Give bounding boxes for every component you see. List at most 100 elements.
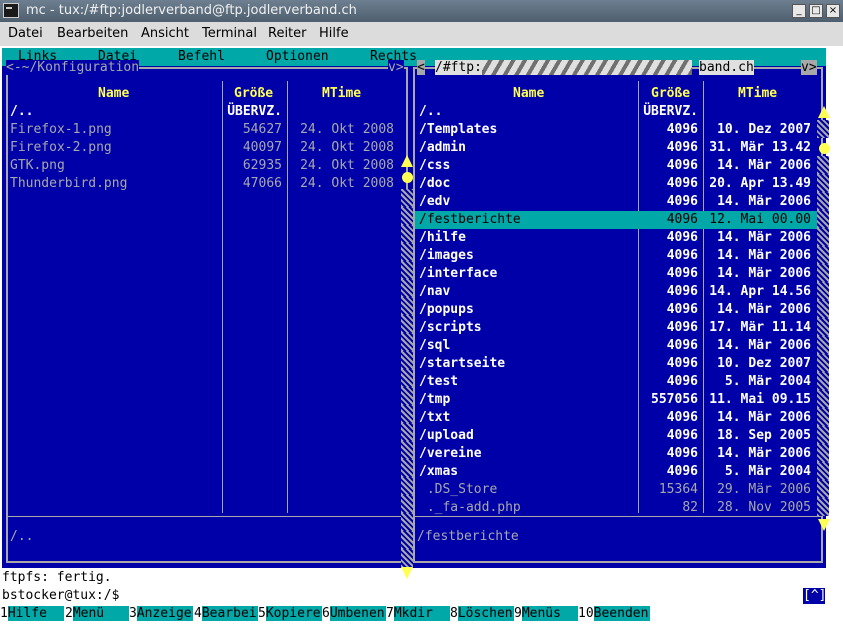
file-row[interactable]: /tmp 557056 11. Mai 09.15	[415, 391, 819, 409]
menu-datei[interactable]: Datei	[8, 26, 43, 41]
scrollbar-track[interactable]	[401, 297, 413, 315]
fkey-8[interactable]: 8Löschen	[450, 606, 514, 624]
scroll-thumb-icon[interactable]	[819, 143, 830, 154]
file-row[interactable]: /txt 4096 14. Mär 2006	[415, 409, 819, 427]
right-header-size[interactable]: Größe	[651, 86, 690, 101]
file-row[interactable]: .DS_Store 15364 29. Mär 2006	[415, 481, 819, 499]
file-row[interactable]: /admin 4096 31. Mär 13.42	[415, 139, 819, 157]
scrollbar-track[interactable]	[817, 336, 829, 354]
scrollbar-track[interactable]	[401, 459, 413, 477]
file-row[interactable]: /popups 4096 14. Mär 2006	[415, 301, 819, 319]
fkey-10[interactable]: 10Beenden	[578, 606, 650, 624]
scrollbar-track[interactable]	[817, 192, 829, 210]
scrollbar-track[interactable]	[817, 498, 829, 516]
file-row[interactable]: /css 4096 14. Mär 2006	[415, 157, 819, 175]
scrollbar-track[interactable]	[817, 318, 829, 336]
file-row[interactable]: /images 4096 14. Mär 2006	[415, 247, 819, 265]
right-panel[interactable]: < /#ftp: band.ch v> Name Größe MTime /..…	[413, 60, 823, 563]
scrollbar-track[interactable]	[401, 423, 413, 441]
file-row[interactable]: /sql 4096 14. Mär 2006	[415, 337, 819, 355]
file-row[interactable]: /edv 4096 14. Mär 2006	[415, 193, 819, 211]
scroll-up-icon[interactable]	[818, 106, 830, 118]
scrollbar-track[interactable]	[401, 441, 413, 459]
scrollbar-track[interactable]	[401, 405, 413, 423]
menu-reiter[interactable]: Reiter	[268, 26, 307, 41]
right-panel-history[interactable]: v>	[801, 60, 817, 75]
file-row[interactable]: /interface 4096 14. Mär 2006	[415, 265, 819, 283]
scrollbar-track[interactable]	[817, 390, 829, 408]
file-row[interactable]: /doc 4096 20. Apr 13.49	[415, 175, 819, 193]
scrollbar-track[interactable]	[401, 549, 413, 567]
file-row[interactable]: /vereine 4096 14. Mär 2006	[415, 445, 819, 463]
scrollbar-track[interactable]	[817, 300, 829, 318]
scrollbar-track[interactable]	[401, 369, 413, 387]
right-panel-path[interactable]: /#ftp:	[435, 60, 692, 75]
fkey-1[interactable]: 1Hilfe	[0, 606, 64, 624]
scrollbar-track[interactable]	[817, 480, 829, 498]
scrollbar-track[interactable]	[401, 513, 413, 531]
fkey-9[interactable]: 9Menüs	[514, 606, 578, 624]
file-row[interactable]: /xmas 4096 5. Mär 2004	[415, 463, 819, 481]
fkey-3[interactable]: 3Anzeige	[129, 606, 193, 624]
scrollbar-track[interactable]	[401, 243, 413, 261]
mc-menu-optionen[interactable]: Optionen	[266, 49, 329, 64]
fkey-4[interactable]: 4Bearbei	[194, 606, 258, 624]
scrollbar-track[interactable]	[401, 189, 413, 207]
scrollbar-track[interactable]	[817, 444, 829, 462]
scrollbar-track[interactable]	[817, 174, 829, 192]
scrollbar-track[interactable]	[817, 354, 829, 372]
file-row[interactable]: Firefox-1.png 54627 24. Okt 2008	[8, 121, 398, 139]
file-row[interactable]: /.. ÜBERVZ.	[8, 103, 398, 121]
mc-menu-befehl[interactable]: Befehl	[178, 49, 225, 64]
file-row[interactable]: Firefox-2.png 40097 24. Okt 2008	[8, 139, 398, 157]
maximize-button[interactable]: □	[809, 4, 823, 18]
scrollbar-track[interactable]	[817, 120, 829, 138]
fkey-5[interactable]: 5Kopiere	[258, 606, 322, 624]
left-panel-path[interactable]: <-~/Konfiguration	[6, 60, 140, 75]
file-row[interactable]: /.. ÜBERVZ.	[415, 103, 819, 121]
file-row[interactable]: ._fa-add.php 82 28. Nov 2005	[415, 499, 819, 517]
menu-terminal[interactable]: Terminal	[202, 26, 257, 41]
file-row[interactable]: /Templates 4096 10. Dez 2007	[415, 121, 819, 139]
fkey-2[interactable]: 2Menü	[65, 606, 129, 624]
file-row[interactable]: Thunderbird.png 47066 24. Okt 2008	[8, 175, 398, 193]
right-header-mtime[interactable]: MTime	[738, 86, 777, 101]
file-row[interactable]: /upload 4096 18. Sep 2005	[415, 427, 819, 445]
scrollbar-track[interactable]	[401, 351, 413, 369]
scrollbar-track[interactable]	[401, 315, 413, 333]
scrollbar-track[interactable]	[817, 408, 829, 426]
shell-prompt[interactable]: bstocker@tux:/$	[2, 588, 119, 603]
menu-bearbeiten[interactable]: Bearbeiten	[57, 26, 128, 41]
scrollbar-track[interactable]	[817, 462, 829, 480]
menu-ansicht[interactable]: Ansicht	[141, 26, 189, 41]
left-header-name[interactable]: Name	[98, 86, 129, 101]
scrollbar-track[interactable]	[401, 261, 413, 279]
left-header-mtime[interactable]: MTime	[322, 86, 361, 101]
scrollbar-track[interactable]	[401, 477, 413, 495]
scrollbar-track[interactable]	[401, 279, 413, 297]
scrollbar-track[interactable]	[401, 387, 413, 405]
file-row[interactable]: /festberichte 4096 12. Mai 00.00	[415, 211, 819, 229]
file-row[interactable]: GTK.png 62935 24. Okt 2008	[8, 157, 398, 175]
scrollbar-track[interactable]	[817, 210, 829, 228]
left-panel-history[interactable]: v>	[388, 60, 404, 75]
left-header-size[interactable]: Größe	[234, 86, 273, 101]
file-row[interactable]: /hilfe 4096 14. Mär 2006	[415, 229, 819, 247]
fkey-7[interactable]: 7Mkdir	[386, 606, 450, 624]
scrollbar-track[interactable]	[817, 246, 829, 264]
scrollbar-track[interactable]	[401, 531, 413, 549]
scroll-up-icon[interactable]	[401, 155, 413, 167]
file-row[interactable]: /scripts 4096 17. Mär 11.14	[415, 319, 819, 337]
file-row[interactable]: /startseite 4096 10. Dez 2007	[415, 355, 819, 373]
scrollbar-track[interactable]	[817, 156, 829, 174]
scrollbar-track[interactable]	[401, 225, 413, 243]
scrollbar-track[interactable]	[401, 495, 413, 513]
left-panel[interactable]: <-~/Konfiguration v> Name Größe MTime /.…	[6, 60, 413, 579]
scrollbar-track[interactable]	[817, 426, 829, 444]
file-row[interactable]: /nav 4096 14. Apr 14.56	[415, 283, 819, 301]
history-button[interactable]: [^]	[803, 588, 826, 604]
scrollbar-track[interactable]	[817, 282, 829, 300]
menu-hilfe[interactable]: Hilfe	[319, 26, 349, 41]
scrollbar-track[interactable]	[817, 228, 829, 246]
close-button[interactable]: ×	[826, 4, 840, 18]
